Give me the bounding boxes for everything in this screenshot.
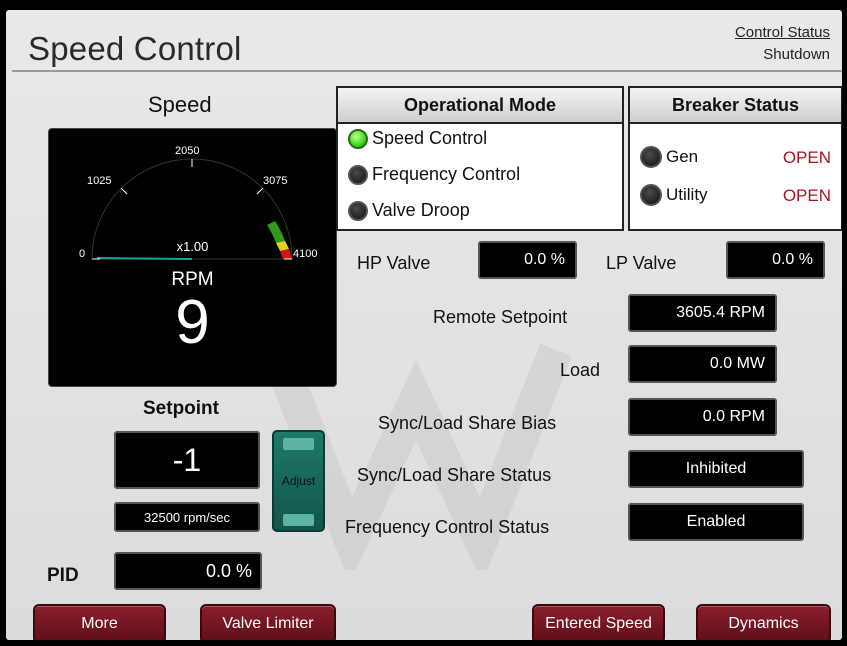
led-inactive-icon [640,184,662,206]
led-inactive-icon [348,200,368,221]
screen: Speed Control Control Status Shutdown Sp… [0,0,847,646]
tick-label-3075: 3075 [263,175,288,187]
control-status-link[interactable]: Control Status [735,24,830,41]
mode-label: Valve Droop [372,200,470,220]
breaker-utility-state: OPEN [782,186,831,205]
speed-gauge: 0 1025 2050 3075 4100 x1.00 RPM 9 [48,128,337,387]
sync-status-label: Sync/Load Share Status [357,465,552,485]
led-active-icon [348,128,368,149]
bias-label: Sync/Load Share Bias [378,413,557,433]
sync-status-value: Inhibited [628,450,804,488]
remote-setpoint-label: Remote Setpoint [433,307,568,327]
adjust-button[interactable]: Adjust [272,430,325,532]
breaker-gen: Gen [640,146,698,168]
dynamics-button[interactable]: Dynamics [696,604,831,640]
breaker-gen-state: OPEN [782,148,831,167]
speed-control-panel: Speed Control Control Status Shutdown Sp… [6,10,842,640]
tick-label-2050: 2050 [175,145,200,157]
mode-valve-droop[interactable]: Valve Droop [348,200,470,221]
lp-valve-label: LP Valve [606,253,677,273]
setpoint-rate[interactable]: 32500 rpm/sec [114,502,260,532]
tick-label-1025: 1025 [87,175,112,187]
breaker-label: Utility [666,185,708,204]
led-inactive-icon [640,146,662,168]
mode-frequency-control[interactable]: Frequency Control [348,164,520,185]
freq-status-value: Enabled [628,503,804,541]
gauge-needle [96,257,193,260]
mode-label: Speed Control [372,128,488,148]
freq-status-label: Frequency Control Status [345,517,550,537]
mode-speed-control[interactable]: Speed Control [348,128,487,149]
page-title: Speed Control [28,30,242,67]
load-label: Load [560,360,601,380]
entered-speed-button[interactable]: Entered Speed [532,604,665,640]
more-button[interactable]: More [33,604,166,640]
operational-mode-heading: Operational Mode [338,88,622,124]
hp-valve-value: 0.0 % [478,241,577,279]
mode-label: Frequency Control [372,164,521,184]
adjust-label: Adjust [281,474,316,488]
setpoint-value[interactable]: -1 [114,431,260,489]
header-divider [12,70,842,72]
breaker-status-panel: Breaker Status Gen OPEN Utility OPEN [628,86,842,231]
bias-value: 0.0 RPM [628,398,777,436]
hp-valve-label: HP Valve [357,253,431,273]
speed-label: Speed [148,92,212,117]
setpoint-label: Setpoint [143,398,219,419]
breaker-label: Gen [666,147,699,166]
pid-label: PID [47,565,79,586]
arrow-up-icon[interactable] [283,438,314,450]
gauge-multiplier: x1.00 [176,239,209,254]
speed-value: 9 [175,288,210,357]
pid-value: 0.0 % [114,552,262,590]
lp-valve-value: 0.0 % [726,241,825,279]
arrow-down-icon[interactable] [283,514,314,526]
operational-mode-panel: Operational Mode Speed Control Frequency… [336,86,624,231]
remote-setpoint-value: 3605.4 RPM [628,294,777,332]
valve-limiter-button[interactable]: Valve Limiter [200,604,336,640]
breaker-status-heading: Breaker Status [630,88,841,124]
control-status-value: Shutdown [763,46,830,63]
load-value: 0.0 MW [628,345,777,383]
led-inactive-icon [348,164,368,185]
breaker-utility: Utility [640,184,708,206]
